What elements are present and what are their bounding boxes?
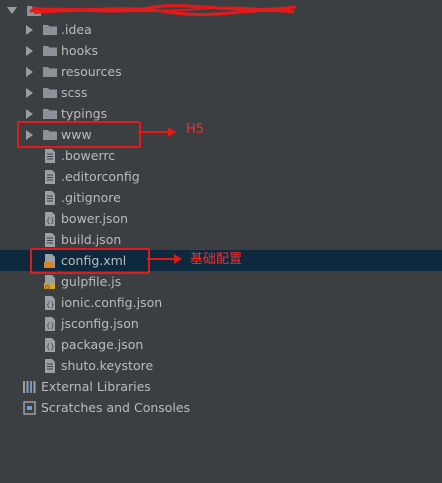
tree-item-label: scss: [61, 85, 88, 100]
tree-item-label: .gitignore: [61, 190, 121, 205]
tree-item-editorconfig[interactable]: .editorconfig: [0, 166, 442, 187]
chevron-right-icon[interactable]: [26, 66, 33, 77]
folder-icon: [42, 64, 58, 80]
folder-icon: [42, 106, 58, 122]
tree-item-label: Scratches and Consoles: [41, 400, 191, 415]
svg-text:{}: {}: [46, 343, 54, 351]
tree-item-build-json[interactable]: build.json: [0, 229, 442, 250]
tree-item-label: shuto.keystore: [61, 358, 154, 373]
tree-item-label: package.json: [61, 337, 144, 352]
chevron-right-icon[interactable]: [26, 108, 33, 119]
text-file-icon: [42, 190, 58, 206]
tree-item-label: gulpfile.js: [61, 274, 122, 289]
tree-item-external-libraries[interactable]: External Libraries: [0, 376, 442, 397]
config-highlight-box: [30, 248, 150, 274]
text-file-icon: [42, 169, 58, 185]
chevron-down-icon[interactable]: [7, 7, 17, 14]
tree-item-package-json[interactable]: {} package.json: [0, 334, 442, 355]
json-file-icon: {}: [42, 316, 58, 332]
tree-item-bowerrc[interactable]: .bowerrc: [0, 145, 442, 166]
chevron-right-icon[interactable]: [26, 45, 33, 56]
tree-item-label: bower.json: [61, 211, 129, 226]
www-annotation: H5: [186, 122, 205, 137]
tree-item-label: .bowerrc: [61, 148, 116, 163]
tree-item-ionic-config-json[interactable]: {} ionic.config.json: [0, 292, 442, 313]
tree-item-shuto-keystore[interactable]: shuto.keystore: [0, 355, 442, 376]
tree-item-label: External Libraries: [41, 379, 151, 394]
tree-item-label: build.json: [61, 232, 122, 247]
js-file-icon: JS: [42, 274, 58, 290]
library-icon: [22, 379, 38, 395]
json-file-icon: {}: [42, 337, 58, 353]
text-file-icon: [42, 232, 58, 248]
tree-root-row[interactable]: [0, 0, 442, 21]
tree-item-label: .idea: [61, 22, 92, 37]
svg-text:{}: {}: [46, 217, 54, 225]
tree-item-gulpfile-js[interactable]: JS gulpfile.js: [0, 271, 442, 292]
tree-item-label: jsconfig.json: [61, 316, 139, 331]
www-highlight-box: [17, 121, 141, 148]
json-file-icon: {}: [42, 295, 58, 311]
arrow-right-icon: [147, 254, 182, 264]
tree-item-jsconfig-json[interactable]: {} jsconfig.json: [0, 313, 442, 334]
tree-item-bower-json[interactable]: {} bower.json: [0, 208, 442, 229]
tree-item-label: .editorconfig: [61, 169, 140, 184]
chevron-right-icon[interactable]: [26, 87, 33, 98]
folder-icon: [42, 43, 58, 59]
json-file-icon: {}: [42, 211, 58, 227]
tree-item-idea[interactable]: .idea: [0, 19, 442, 40]
chevron-right-icon[interactable]: [26, 24, 33, 35]
text-file-icon: [42, 148, 58, 164]
svg-text:{}: {}: [46, 301, 54, 309]
tree-item-scss[interactable]: scss: [0, 82, 442, 103]
folder-icon: [42, 85, 58, 101]
text-file-icon: [42, 358, 58, 374]
svg-text:{}: {}: [46, 322, 54, 330]
folder-icon: [42, 22, 58, 38]
config-annotation: 基础配置: [190, 252, 243, 267]
scratches-icon: [22, 400, 38, 416]
svg-text:JS: JS: [44, 284, 51, 290]
tree-item-label: resources: [61, 64, 122, 79]
arrow-right-icon: [138, 127, 176, 137]
tree-item-scratches[interactable]: Scratches and Consoles: [0, 397, 442, 418]
tree-item-resources[interactable]: resources: [0, 61, 442, 82]
tree-item-label: ionic.config.json: [61, 295, 163, 310]
tree-item-hooks[interactable]: hooks: [0, 40, 442, 61]
tree-item-gitignore[interactable]: .gitignore: [0, 187, 442, 208]
redaction-scribble: [29, 4, 297, 17]
tree-item-label: hooks: [61, 43, 98, 58]
